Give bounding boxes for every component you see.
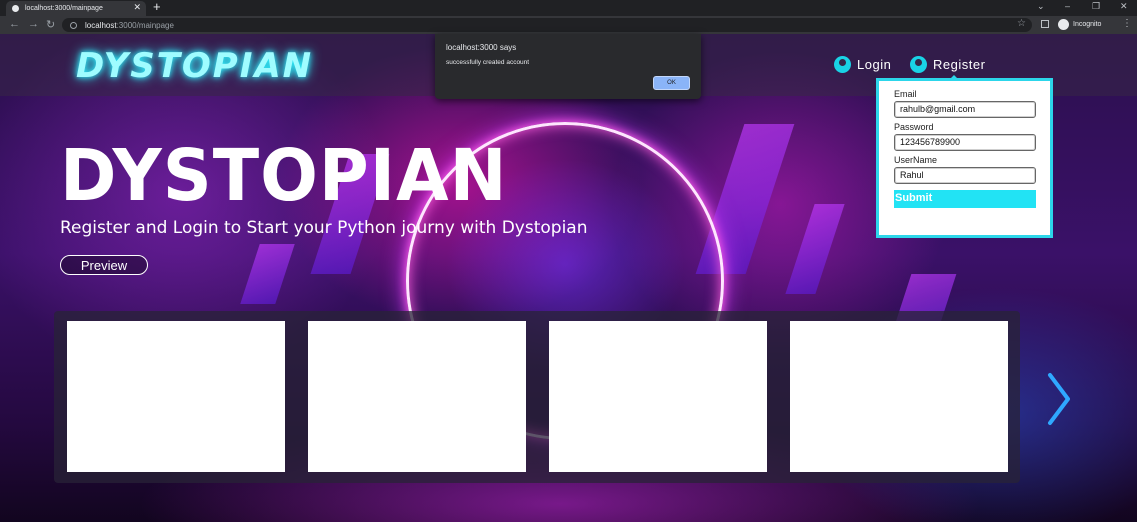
card-carousel bbox=[54, 311, 1020, 483]
site-info-icon[interactable] bbox=[70, 21, 77, 29]
background-shard bbox=[240, 244, 295, 304]
register-label: Register bbox=[933, 57, 986, 72]
register-form: Email rahulb@gmail.com Password 12345678… bbox=[876, 78, 1053, 238]
back-icon[interactable]: ← bbox=[9, 18, 20, 30]
browser-toolbar: ← → ↻ localhost:3000/mainpage ☆ Incognit… bbox=[0, 16, 1137, 34]
login-label: Login bbox=[857, 57, 892, 72]
register-link[interactable]: Register bbox=[910, 56, 985, 73]
browser-tab[interactable]: localhost:3000/mainpage ✕ bbox=[6, 1, 146, 16]
email-label: Email bbox=[894, 89, 917, 99]
url-host: localhost bbox=[85, 20, 117, 30]
submit-button[interactable]: Submit bbox=[894, 190, 1036, 208]
login-link[interactable]: Login bbox=[834, 56, 891, 73]
reload-icon[interactable]: ↻ bbox=[46, 18, 55, 31]
chevron-right-icon[interactable] bbox=[1040, 369, 1076, 429]
minimize-button[interactable]: – bbox=[1065, 1, 1070, 11]
user-icon bbox=[910, 56, 927, 73]
password-field[interactable]: 123456789900 bbox=[894, 134, 1036, 151]
site-logo[interactable]: DYSTOPIAN bbox=[76, 46, 313, 86]
favicon-icon bbox=[12, 5, 19, 12]
preview-button[interactable]: Preview bbox=[60, 255, 148, 275]
carousel-card[interactable] bbox=[308, 321, 526, 472]
bookmark-star-icon[interactable]: ☆ bbox=[1017, 18, 1026, 29]
close-tab-icon[interactable]: ✕ bbox=[133, 2, 141, 13]
incognito-label: Incognito bbox=[1073, 21, 1102, 28]
tab-search-chevron-icon[interactable]: ⌄ bbox=[1037, 1, 1045, 12]
browser-menu-icon[interactable]: ⋮ bbox=[1122, 18, 1132, 29]
browser-tabstrip: localhost:3000/mainpage ✕ + ⌄ – ❐ ✕ bbox=[0, 0, 1137, 16]
new-tab-button[interactable]: + bbox=[153, 0, 161, 14]
alert-message: successfully created account bbox=[446, 59, 530, 66]
hero-subtitle: Register and Login to Start your Python … bbox=[60, 218, 588, 238]
incognito-indicator[interactable]: Incognito bbox=[1058, 19, 1101, 30]
lock-icon bbox=[834, 56, 851, 73]
forward-icon[interactable]: → bbox=[28, 18, 39, 30]
ok-button[interactable]: OK bbox=[653, 76, 690, 90]
address-bar[interactable]: localhost:3000/mainpage bbox=[62, 18, 1032, 32]
alert-dialog: localhost:3000 says successfully created… bbox=[435, 34, 701, 99]
page-viewport: DYSTOPIAN Login Register DYSTOPIAN Regis… bbox=[0, 34, 1137, 522]
username-label: UserName bbox=[894, 155, 938, 165]
username-field[interactable]: Rahul bbox=[894, 167, 1036, 184]
url-path: :3000/mainpage bbox=[116, 20, 174, 30]
tab-title: localhost:3000/mainpage bbox=[25, 5, 103, 12]
alert-title: localhost:3000 says bbox=[446, 43, 517, 52]
background-shard bbox=[785, 204, 845, 294]
incognito-icon bbox=[1058, 19, 1069, 30]
carousel-card[interactable] bbox=[549, 321, 767, 472]
window-close-button[interactable]: ✕ bbox=[1120, 1, 1128, 12]
carousel-card[interactable] bbox=[790, 321, 1008, 472]
side-panel-icon[interactable] bbox=[1041, 20, 1049, 28]
email-field[interactable]: rahulb@gmail.com bbox=[894, 101, 1036, 118]
password-label: Password bbox=[894, 122, 934, 132]
restore-button[interactable]: ❐ bbox=[1092, 1, 1100, 12]
hero-title: DYSTOPIAN bbox=[60, 135, 508, 218]
carousel-card[interactable] bbox=[67, 321, 285, 472]
